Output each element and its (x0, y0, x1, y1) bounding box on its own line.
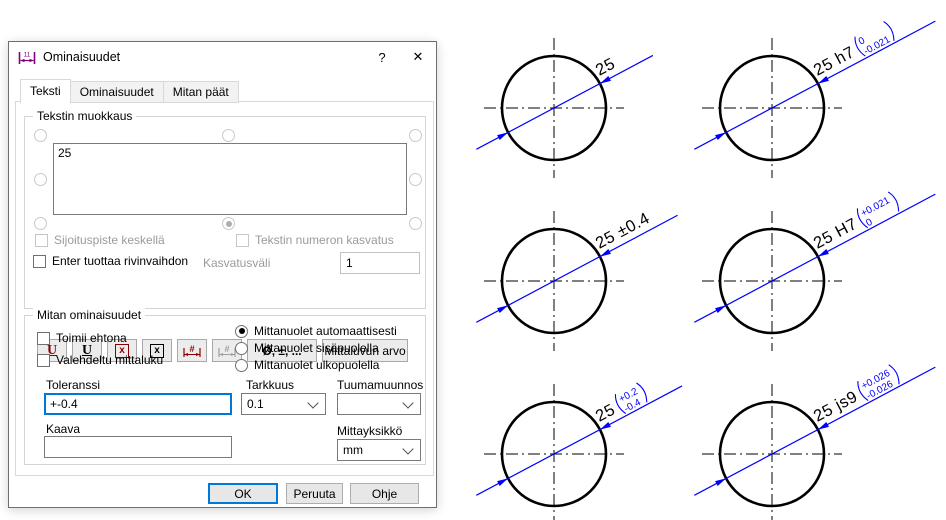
precision-value: 0.1 (247, 397, 309, 411)
enter-newline-checkbox-row[interactable]: Enter tuottaa rivinvaihdon (33, 254, 188, 268)
placement-radio-middle-left (34, 173, 47, 186)
arrows-outside-radio-row[interactable]: Mittanuolet ulkopuolella (235, 358, 379, 372)
number-increment-label: Tekstin numeron kasvatus (255, 233, 394, 247)
unit-value: mm (343, 443, 404, 457)
tolerance-label: Toleranssi (46, 378, 100, 392)
app-root: { "window": { "title": "Ominaisuudet", "… (0, 0, 946, 520)
svg-text:25 h7: 25 h7 (811, 43, 858, 79)
dimension-properties-group: Mitan ominaisuudet Toimii ehtona Valehde… (24, 315, 426, 465)
help-button[interactable]: Ohje (350, 483, 419, 504)
number-increment-checkbox (236, 234, 249, 247)
placement-radio-middle-right (409, 173, 422, 186)
dimension-text-input[interactable]: 25 (53, 143, 407, 215)
condition-label: Toimii ehtona (56, 331, 127, 345)
unit-label: Mittayksikkö (337, 424, 402, 438)
placement-radio-top-right (409, 129, 422, 142)
dimension-properties-group-label: Mitan ominaisuudet (33, 308, 145, 322)
increment-step-input (340, 252, 420, 274)
arrows-inside-radio-row[interactable]: Mittanuolet sisäpuolella (235, 341, 379, 355)
text-edit-group: Tekstin muokkaus 25 Sijoituspiste keskel… (24, 116, 426, 309)
circle-dim-25tol: 25+0.2-0.4 (460, 346, 700, 520)
svg-text:+0.021: +0.021 (859, 195, 892, 219)
placement-radio-top-left (34, 129, 47, 142)
svg-text:11: 11 (24, 51, 31, 58)
tolerance-input[interactable] (44, 393, 232, 415)
circle-dim-25H7: 25 H7+0.0210 (700, 173, 946, 346)
precision-label: Tarkkuus (246, 378, 294, 392)
arrows-outside-label: Mittanuolet ulkopuolella (254, 358, 379, 372)
unit-select[interactable]: mm (337, 439, 421, 461)
properties-dialog: 11 Ominaisuudet ? ✕ Teksti Ominaisuudet … (8, 41, 437, 508)
condition-checkbox[interactable] (37, 332, 50, 345)
inch-conversion-label: Tuumamuunnos (337, 378, 423, 392)
ok-button[interactable]: OK (208, 483, 278, 504)
drawing-canvas[interactable]: 25 25 h70-0.021 25 ±0.4 25 H7+0.0210 25+… (460, 0, 946, 520)
condition-checkbox-row[interactable]: Toimii ehtona (37, 331, 127, 345)
text-edit-group-label: Tekstin muokkaus (33, 109, 136, 123)
dialog-title: Ominaisuudet (43, 50, 364, 64)
arrows-inside-label: Mittanuolet sisäpuolella (254, 341, 379, 355)
circle-dim-25js9: 25 js9+0.026-0.026 (700, 346, 946, 520)
chevron-down-icon (402, 397, 413, 408)
formula-input[interactable] (44, 436, 232, 458)
svg-text:-0.021: -0.021 (862, 34, 893, 57)
fake-value-label: Valehdeltu mittaluku (56, 353, 163, 367)
tab-mitan-paat[interactable]: Mitan päät (164, 81, 239, 103)
placement-center-checkbox-row: Sijoituspiste keskellä (35, 233, 165, 247)
close-icon[interactable]: ✕ (400, 42, 436, 72)
number-increment-checkbox-row: Tekstin numeron kasvatus (236, 233, 394, 247)
placement-center-label: Sijoituspiste keskellä (54, 233, 165, 247)
chevron-down-icon (402, 443, 413, 454)
enter-newline-checkbox[interactable] (33, 255, 46, 268)
svg-text:25 ±0.4: 25 ±0.4 (593, 209, 653, 252)
placement-radio-bottom-left (34, 217, 47, 230)
tab-pane: Tekstin muokkaus 25 Sijoituspiste keskel… (15, 101, 434, 476)
precision-select[interactable]: 0.1 (241, 393, 326, 415)
arrows-outside-radio[interactable] (235, 359, 248, 372)
cancel-button[interactable]: Peruuta (286, 483, 343, 504)
arrows-inside-radio[interactable] (235, 342, 248, 355)
placement-radio-bottom-center (222, 217, 235, 230)
inch-conversion-select[interactable] (337, 393, 421, 415)
tabstrip: Teksti Ominaisuudet Mitan päät (20, 79, 239, 103)
arrows-auto-radio-row[interactable]: Mittanuolet automaattisesti (235, 324, 397, 338)
arrows-auto-radio[interactable] (235, 325, 248, 338)
increment-step-label: Kasvatusväli (203, 256, 270, 270)
circle-dim-25: 25 (460, 0, 700, 173)
placement-radio-top-center (222, 129, 235, 142)
placement-radio-bottom-right (409, 217, 422, 230)
tab-ominaisuudet[interactable]: Ominaisuudet (71, 81, 164, 103)
chevron-down-icon (307, 397, 318, 408)
circle-dim-25pm04: 25 ±0.4 (460, 173, 700, 346)
enter-newline-label: Enter tuottaa rivinvaihdon (52, 254, 188, 268)
formula-label: Kaava (46, 422, 80, 436)
fake-value-checkbox[interactable] (37, 354, 50, 367)
arrows-auto-label: Mittanuolet automaattisesti (254, 324, 397, 338)
dimension-icon: 11 (18, 50, 36, 65)
tab-teksti[interactable]: Teksti (20, 79, 71, 104)
fake-value-checkbox-row[interactable]: Valehdeltu mittaluku (37, 353, 163, 367)
titlebar[interactable]: 11 Ominaisuudet ? ✕ (9, 42, 436, 72)
placement-center-checkbox (35, 234, 48, 247)
circle-dim-25h7: 25 h70-0.021 (700, 0, 946, 173)
dialog-help-button[interactable]: ? (364, 42, 400, 72)
